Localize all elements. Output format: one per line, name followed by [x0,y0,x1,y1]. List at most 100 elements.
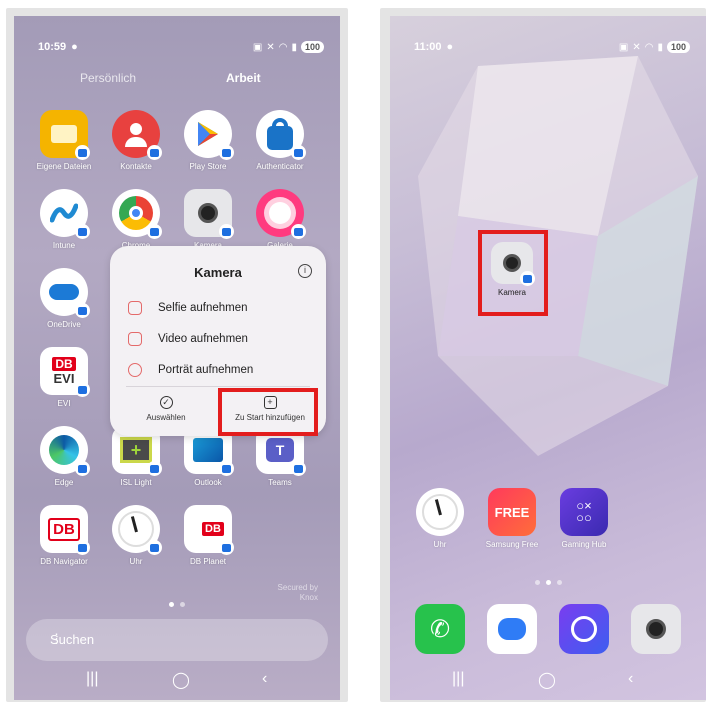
db-evi-icon: DB EVI [40,347,90,397]
menu-item-label: Video aufnehmen [158,333,248,345]
tab-personal[interactable]: Persönlich [80,71,136,85]
video-camera-icon [128,332,142,346]
signal-icon: ▮ [657,41,663,53]
app-db-navigator[interactable]: DB DB Navigator [28,505,100,566]
app-label: DB Navigator [40,557,88,566]
search-bar[interactable]: Suchen ⋮ [26,619,328,661]
more-options-icon[interactable]: ⋮ [50,631,306,647]
dock-messages[interactable] [476,604,548,654]
back-button[interactable]: ‹ [628,670,633,688]
app-label: Edge [54,478,74,487]
menu-item-selfie[interactable]: Selfie aufnehmen [128,297,308,319]
app-db-planet[interactable]: DB DB Planet [172,505,244,566]
app-kontakte[interactable]: Kontakte [100,110,172,171]
app-label: ISL Light [120,478,152,487]
work-profile-screen: 10:59 ● ▣ ✕ ◠ ▮ 100 Persönlich Arbeit Ei… [6,8,348,702]
app-label: OneDrive [47,320,81,329]
status-bar: 11:00 ● ▣ ✕ ◠ ▮ 100 [414,38,690,56]
wallpaper-crystal [418,56,698,456]
info-icon[interactable]: i [298,264,312,278]
select-label: Auswählen [146,413,186,422]
recents-button[interactable]: ||| [86,670,98,688]
dock-internet[interactable] [548,604,620,654]
dock-phone[interactable]: ✆ [404,604,476,654]
home-app-uhr[interactable]: Uhr [404,488,476,549]
clock-icon [416,488,464,536]
home-button[interactable]: ◯ [538,670,556,690]
mute-icon: ✕ [266,41,275,53]
db-navigator-icon: DB [40,505,90,555]
app-uhr[interactable]: Uhr [100,505,172,566]
camera-icon [184,189,234,239]
work-lock-icon: ● [446,41,454,53]
app-label: Uhr [129,557,143,566]
camera-icon [631,604,681,654]
app-label: Teams [268,478,292,487]
app-label: Gaming Hub [561,540,607,549]
app-kamera[interactable]: Kamera [172,189,244,250]
notification-icon: ▣ [252,41,263,53]
select-button[interactable]: ✓ Auswählen [116,396,216,422]
app-label: Intune [52,241,76,250]
status-bar: 10:59 ● ▣ ✕ ◠ ▮ 100 [38,38,324,56]
page-indicator [390,572,706,590]
messages-icon [487,604,537,654]
home-button[interactable]: ◯ [172,670,190,690]
notification-icon: ▣ [618,41,629,53]
work-lock-icon: ● [71,41,78,53]
folder-icon [40,110,90,160]
selfie-camera-icon [128,301,142,315]
portrait-icon [128,363,142,377]
home-screen: 11:00 ● ▣ ✕ ◠ ▮ 100 Kamera Uhr FREE Sams… [380,8,706,702]
app-eigene-dateien[interactable]: Eigene Dateien [28,110,100,171]
contacts-icon [112,110,162,160]
menu-item-label: Porträt aufnehmen [158,364,254,376]
intune-icon [40,189,90,239]
chrome-icon [112,189,162,239]
battery-indicator: 100 [300,41,324,53]
clock-icon [112,505,162,555]
popup-title: Kamera [194,265,242,280]
app-edge[interactable]: Edge [28,426,100,487]
battery-indicator: 100 [666,41,690,53]
recents-button[interactable]: ||| [452,670,464,688]
app-play-store[interactable]: Play Store [172,110,244,171]
db-planet-icon: DB [184,505,234,555]
play-store-icon [184,110,234,160]
menu-item-portrait[interactable]: Porträt aufnehmen [128,359,308,381]
authenticator-icon [256,110,306,160]
wifi-icon: ◠ [278,41,288,53]
gallery-icon [256,189,306,239]
gaming-hub-icon: ○× ○○ [560,488,608,536]
home-app-gaming-hub[interactable]: ○× ○○ Gaming Hub [548,488,620,549]
mute-icon: ✕ [632,41,641,53]
check-circle-icon: ✓ [159,396,173,409]
phone-icon: ✆ [415,604,465,654]
status-time: 10:59 [38,41,67,53]
app-label: Eigene Dateien [36,162,92,171]
onedrive-icon [40,268,90,318]
menu-item-video[interactable]: Video aufnehmen [128,328,308,350]
page-indicator [14,594,340,612]
divider [126,386,310,387]
back-button[interactable]: ‹ [262,670,267,688]
highlight-box [218,388,318,436]
tab-work[interactable]: Arbeit [226,71,261,85]
edge-icon [40,426,90,476]
app-galerie[interactable]: Galerie [244,189,316,250]
app-evi[interactable]: DB EVI EVI [28,347,100,408]
app-onedrive[interactable]: OneDrive [28,268,100,329]
app-chrome[interactable]: Chrome [100,189,172,250]
app-intune[interactable]: Intune [28,189,100,250]
app-label: Samsung Free [485,540,539,549]
wifi-icon: ◠ [644,41,654,53]
app-label: Outlook [194,478,222,487]
app-authenticator[interactable]: Authenticator [244,110,316,171]
menu-item-label: Selfie aufnehmen [158,302,248,314]
internet-icon [559,604,609,654]
app-label: Play Store [189,162,227,171]
dock-camera[interactable] [620,604,692,654]
status-time: 11:00 [414,41,442,53]
app-label: DB Planet [189,557,227,566]
home-app-samsung-free[interactable]: FREE Samsung Free [476,488,548,549]
